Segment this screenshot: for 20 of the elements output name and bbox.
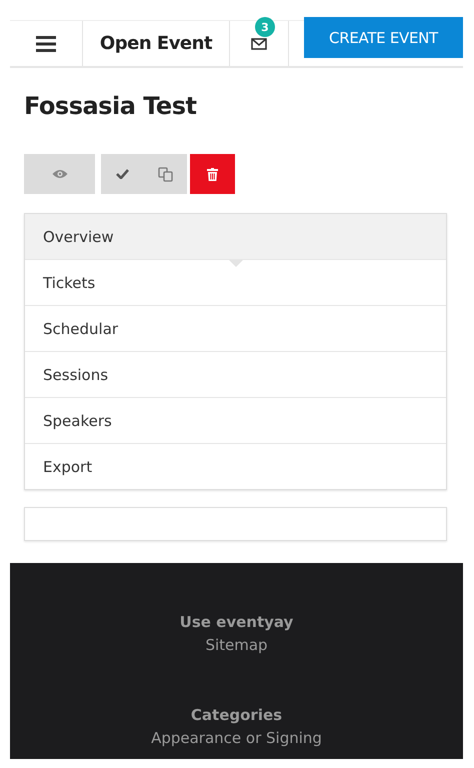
menu-item[interactable]: Tickets: [25, 259, 446, 305]
menu-item[interactable]: Export: [25, 443, 446, 489]
copy-icon: [158, 166, 173, 182]
check-icon: [116, 169, 129, 179]
eye-icon: [52, 169, 68, 179]
menu-item[interactable]: Sessions: [25, 351, 446, 397]
footer-link[interactable]: Appearance or Signing: [151, 729, 322, 747]
footer-link[interactable]: Sitemap: [205, 636, 268, 654]
menu-item[interactable]: Overview: [25, 214, 446, 259]
trash-icon: [207, 168, 218, 180]
menu-icon: [36, 36, 56, 52]
menu-item[interactable]: Speakers: [25, 397, 446, 443]
notification-badge: 3: [255, 17, 275, 37]
app-title[interactable]: Open Event: [100, 33, 212, 54]
menu-item[interactable]: Schedular: [25, 305, 446, 351]
footer-heading: Use eventyay: [180, 613, 294, 631]
event-title: Fossasia Test: [24, 92, 198, 120]
envelope-icon: [251, 38, 267, 50]
create-event-button[interactable]: CREATE EVENT: [304, 17, 463, 58]
footer-heading: Categories: [190, 706, 282, 724]
